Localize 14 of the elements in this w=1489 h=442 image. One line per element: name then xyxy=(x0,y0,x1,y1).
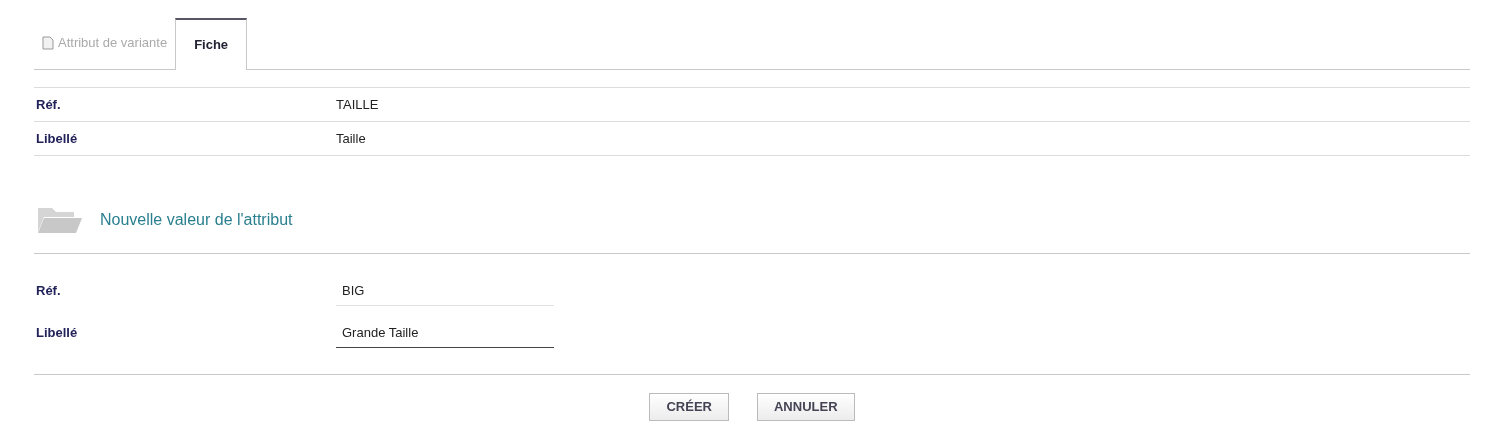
document-icon xyxy=(42,36,54,50)
field-label: Libellé xyxy=(35,324,79,343)
input-field[interactable]: Grande Taille xyxy=(336,318,554,348)
action-button[interactable]: ANNULER xyxy=(756,393,855,421)
tab[interactable]: Fiche xyxy=(175,18,248,70)
section-title: Nouvelle valeur de l'attribut xyxy=(100,209,293,230)
folder-icon xyxy=(36,205,82,234)
field-label: Libellé xyxy=(35,129,79,148)
field-value: TAILLE xyxy=(336,95,379,114)
action-button[interactable]: CRÉER xyxy=(649,393,729,421)
field-label: Réf. xyxy=(35,95,62,114)
input-field[interactable]: BIG xyxy=(336,276,554,306)
field-label: Réf. xyxy=(35,282,62,301)
field-value: Taille xyxy=(336,129,366,148)
